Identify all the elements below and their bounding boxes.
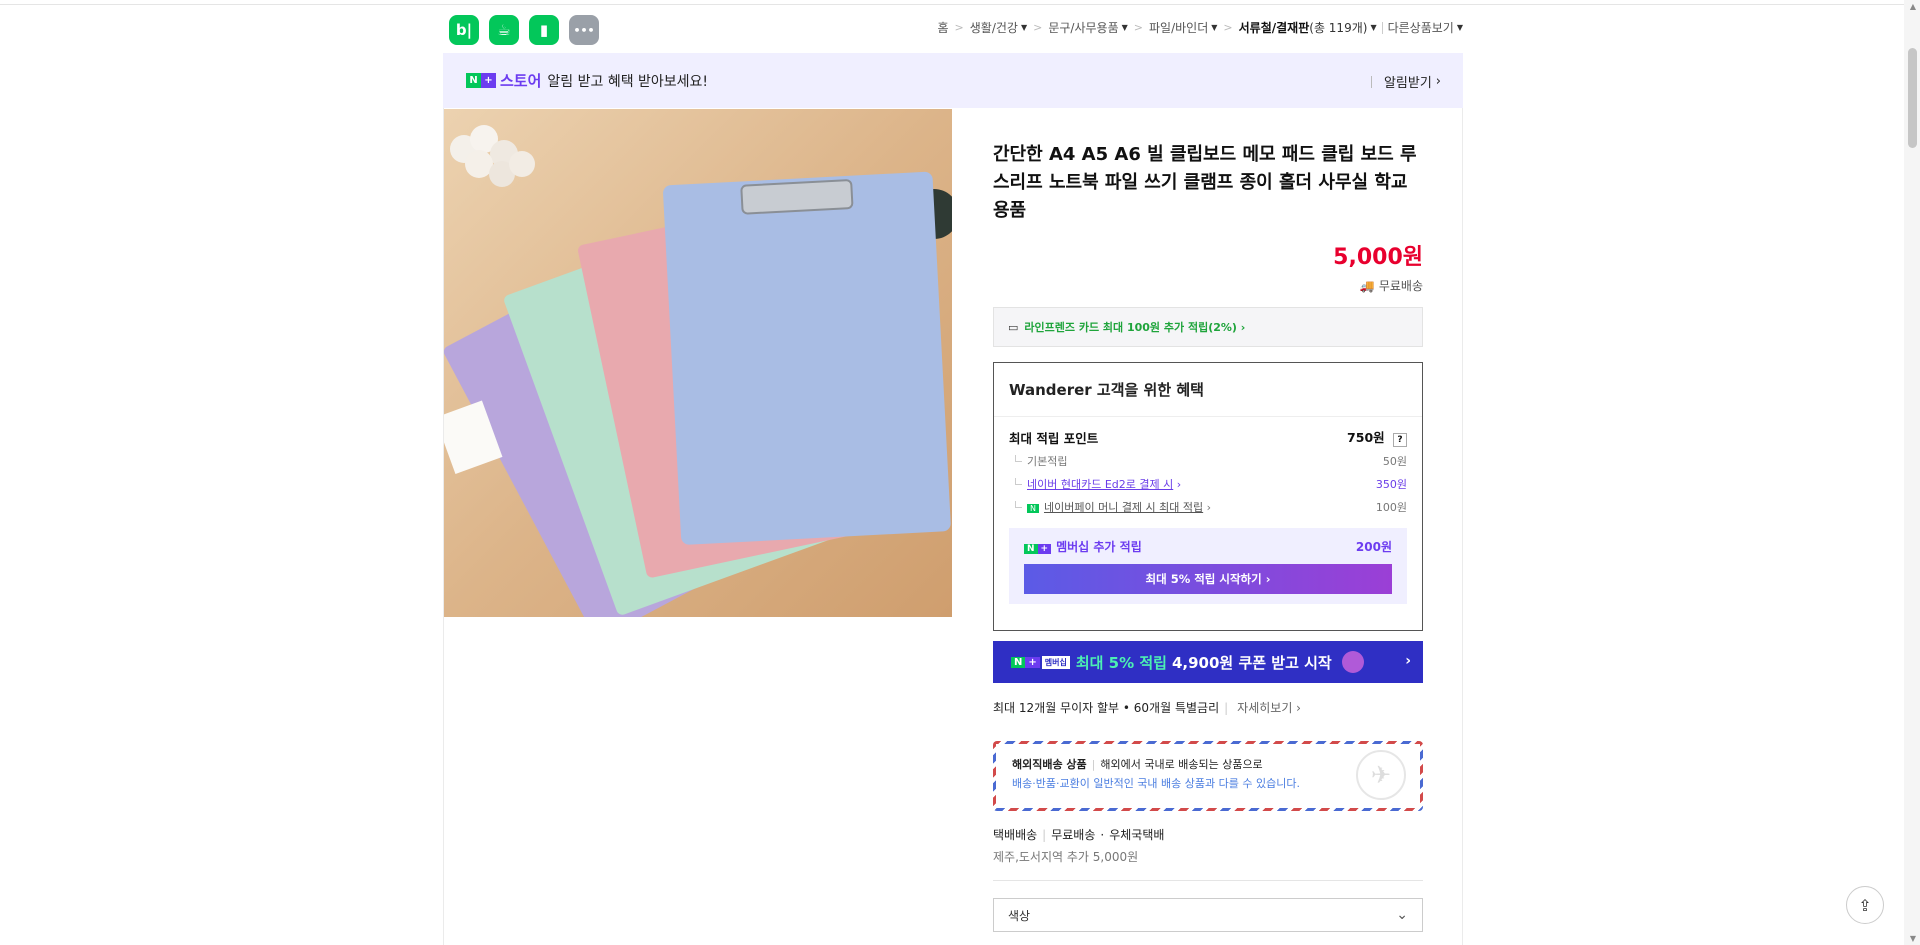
breadcrumb-file-binder[interactable]: 파일/바인더 ▼	[1149, 19, 1217, 36]
scroll-down-icon[interactable]: ▼	[1910, 934, 1916, 943]
color-option-select[interactable]: 색상 ⌄	[993, 898, 1423, 932]
points-row-basic: 기본적립 50원	[994, 449, 1422, 472]
chevron-down-icon: ▼	[1456, 23, 1463, 32]
truck-icon: 🚚	[1359, 279, 1375, 293]
breadcrumb-living-health[interactable]: 생활/건강 ▼	[970, 19, 1027, 36]
chevron-down-icon: ⌄	[1396, 907, 1408, 923]
scrollbar[interactable]: ▲ ▼	[1904, 0, 1920, 945]
more-apps-icon[interactable]: •••	[569, 15, 599, 45]
clipboard-photo	[444, 109, 952, 617]
store-label: 스토어	[500, 72, 542, 90]
breadcrumb: 홈 > 생활/건강 ▼ > 문구/사무용품 ▼ > 파일/바인더 ▼ > 서류철/결재…	[937, 19, 1463, 36]
airplane-stamp-icon: ✈	[1356, 750, 1406, 800]
installment-details-link[interactable]: 자세히보기 ›	[1237, 699, 1301, 716]
naverpay-link[interactable]: 네이버페이 머니 결제 시 최대 적립	[1044, 501, 1203, 514]
product-page: b| ☕ ▮ ••• 홈 > 생활/건강 ▼ > 문구/사무용품 ▼ > 파일/바인…	[443, 5, 1463, 945]
chevron-right-icon: ›	[1405, 653, 1411, 669]
bookmark-icon[interactable]: ▮	[529, 15, 559, 45]
overseas-shipping-notice: 해외직배송 상품 | 해외에서 국내로 배송되는 상품으로 배송·반품·교환이 일반…	[993, 741, 1423, 811]
breadcrumb-current[interactable]: 서류철/결재판 (총 119개) ▼	[1239, 19, 1377, 36]
chevron-right-icon: ›	[1435, 74, 1441, 89]
customer-benefits-box: Wanderer 고객을 위한 혜택 최대 적립 포인트 750원 ? 기본적립…	[993, 362, 1423, 631]
card-benefit-link[interactable]: ▭ 라인프렌즈 카드 최대 100원 추가 적립(2%) ›	[993, 307, 1423, 347]
chevron-down-icon: ▼	[1121, 23, 1128, 32]
membership-box: N + 멤버십 추가 적립 200원 최대 5% 적립 시작하기 ›	[1009, 528, 1407, 604]
chevron-down-icon: ▼	[1370, 23, 1377, 32]
installment-info: 최대 12개월 무이자 할부 • 60개월 특별금리 | 자세히보기 ›	[993, 699, 1301, 716]
membership-start-button[interactable]: 최대 5% 적립 시작하기 ›	[1024, 564, 1392, 594]
product-title: 간단한 A4 A5 A6 빌 클립보드 메모 패드 클립 보드 루스리프 노트북…	[993, 144, 1417, 221]
breadcrumb-stationery[interactable]: 문구/사무용품 ▼	[1048, 19, 1127, 36]
product-image[interactable]	[444, 109, 952, 617]
other-products-link[interactable]: 다른상품보기 ▼	[1388, 19, 1463, 36]
hyundai-card-link[interactable]: 네이버 현대카드 Ed2로 결제 시	[1027, 478, 1173, 491]
blog-icon[interactable]: b|	[449, 15, 479, 45]
share-button[interactable]: ⇪	[1846, 886, 1884, 924]
onion-mascot-icon	[1341, 651, 1364, 673]
scrollbar-thumb[interactable]	[1908, 48, 1917, 148]
shipping-info: 택배배송 | 무료배송 · 우체국택배 제주,도서지역 추가 5,000원	[993, 828, 1165, 864]
product-info: 간단한 A4 A5 A6 빌 클립보드 메모 패드 클립 보드 루스리프 노트북…	[993, 109, 1423, 932]
max-points-row: 최대 적립 포인트 750원 ?	[994, 425, 1422, 449]
store-alarm-banner: N + 스토어 알림 받고 혜택 받아보세요! 알림받기 ›	[443, 53, 1463, 108]
app-icons: b| ☕ ▮ •••	[449, 15, 599, 45]
points-row-card: 네이버 현대카드 Ed2로 결제 시 › 350원	[994, 472, 1422, 495]
banner-text: 알림 받고 혜택 받아보세요!	[547, 73, 709, 90]
credit-card-icon: ▭	[1008, 320, 1019, 334]
naver-plus-logo: N	[1011, 656, 1026, 668]
breadcrumb-home[interactable]: 홈	[937, 19, 948, 36]
chevron-down-icon: ▼	[1211, 23, 1218, 32]
scroll-up-icon[interactable]: ▲	[1910, 2, 1916, 11]
points-row-naverpay: N 네이버페이 머니 결제 시 최대 적립 › 100원	[994, 495, 1422, 518]
naverpay-icon: N	[1027, 503, 1039, 513]
header: b| ☕ ▮ ••• 홈 > 생활/건강 ▼ > 문구/사무용품 ▼ > 파일/바인…	[443, 5, 1463, 53]
share-icon: ⇪	[1858, 895, 1872, 915]
product-price: 5,000원	[1333, 245, 1423, 270]
naver-plus-logo: N +	[466, 73, 496, 88]
membership-promo-banner[interactable]: N + 멤버십 최대 5% 적립 4,900원 쿠폰 받고 시작 ›	[993, 641, 1423, 683]
cafe-icon[interactable]: ☕	[489, 15, 519, 45]
alarm-button[interactable]: 알림받기 ›	[1370, 72, 1441, 91]
shipping-fee: 🚚 무료배송	[1359, 279, 1423, 293]
benefits-header: Wanderer 고객을 위한 혜택	[994, 363, 1422, 417]
help-icon[interactable]: ?	[1393, 433, 1407, 447]
naver-plus-logo: N	[1024, 544, 1038, 554]
chevron-down-icon: ▼	[1020, 23, 1028, 32]
